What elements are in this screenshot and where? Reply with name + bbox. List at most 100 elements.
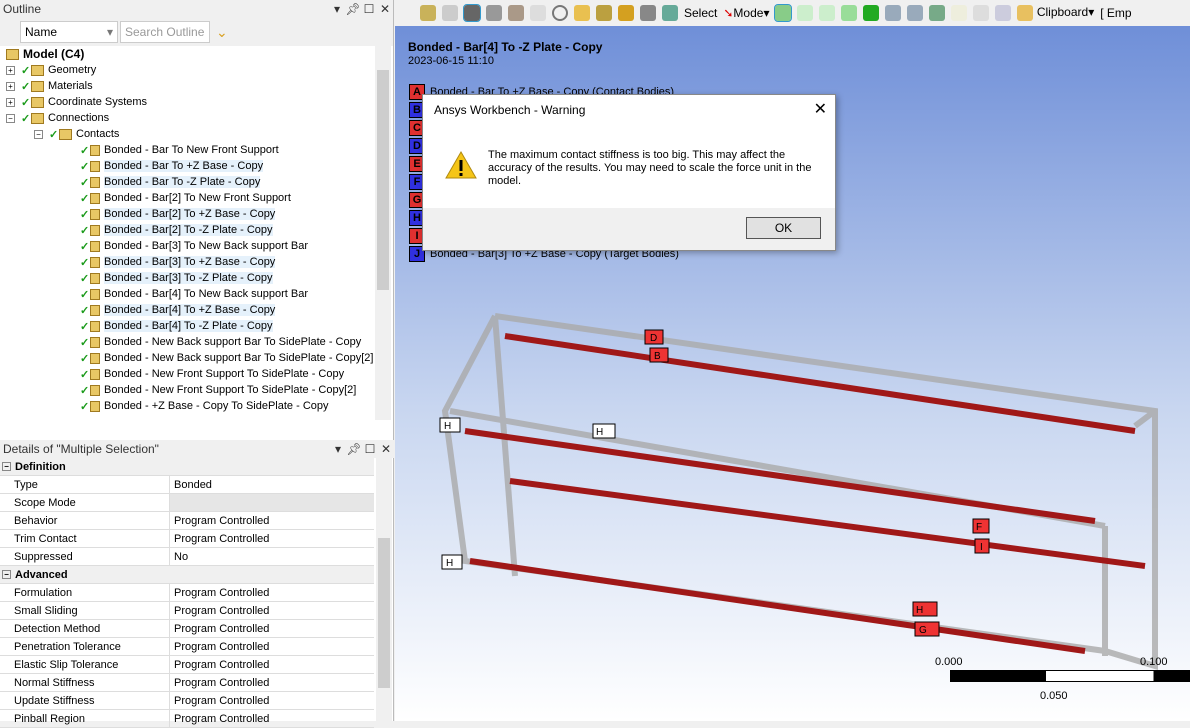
- dialog-close-button[interactable]: ✕: [814, 99, 827, 119]
- maximize-icon[interactable]: ☐: [362, 442, 378, 456]
- collapse-icon[interactable]: −: [34, 129, 43, 139]
- expand-icon[interactable]: +: [6, 81, 15, 91]
- search-input[interactable]: Search Outline: [120, 21, 210, 43]
- select-vertex-icon[interactable]: [797, 5, 814, 21]
- close-icon[interactable]: ✕: [377, 2, 393, 16]
- property-value[interactable]: Program Controlled: [170, 710, 374, 727]
- label-icon[interactable]: [973, 5, 990, 21]
- property-value[interactable]: Program Controlled: [170, 512, 374, 529]
- contact-item[interactable]: ✓ Bonded - Bar[4] To New Back support Bar: [0, 286, 374, 302]
- rotate-icon[interactable]: [552, 5, 568, 21]
- filter-select[interactable]: Name: [20, 21, 118, 43]
- expand-icon[interactable]: +: [6, 65, 15, 75]
- property-value[interactable]: Program Controlled: [170, 584, 374, 601]
- details-row[interactable]: Small Sliding Program Controlled: [0, 602, 374, 620]
- expand-icon[interactable]: −: [6, 113, 15, 123]
- mode-button[interactable]: ➘Mode▾: [723, 6, 769, 20]
- close-icon[interactable]: ✕: [378, 442, 394, 456]
- contact-item[interactable]: ✓ Bonded - Bar To +Z Base - Copy: [0, 158, 374, 174]
- tree-node[interactable]: + ✓ Materials: [0, 78, 374, 94]
- contact-item[interactable]: ✓ Bonded - Bar[2] To -Z Plate - Copy: [0, 222, 374, 238]
- details-row[interactable]: Normal Stiffness Program Controlled: [0, 674, 374, 692]
- dropdown-icon[interactable]: ▾: [330, 442, 346, 456]
- select-element-icon[interactable]: [929, 5, 946, 21]
- explode-icon[interactable]: [508, 5, 524, 21]
- property-value[interactable]: Program Controlled: [170, 530, 374, 547]
- pin-icon[interactable]: 📌︎: [345, 2, 361, 16]
- property-value[interactable]: Program Controlled: [170, 638, 374, 655]
- contact-item[interactable]: ✓ Bonded - +Z Base - Copy To SidePlate - …: [0, 398, 374, 414]
- dropdown-icon[interactable]: ▾: [329, 2, 345, 16]
- box-zoom-icon[interactable]: [618, 5, 634, 21]
- property-value[interactable]: Program Controlled: [170, 656, 374, 673]
- contact-item[interactable]: ✓ Bonded - Bar To New Front Support: [0, 142, 374, 158]
- property-value[interactable]: Bonded: [170, 476, 374, 493]
- ok-button[interactable]: OK: [746, 217, 821, 239]
- property-value[interactable]: Program Controlled: [170, 692, 374, 709]
- select-point-icon[interactable]: [774, 4, 793, 22]
- details-row[interactable]: Scope Mode: [0, 494, 374, 512]
- select-node-icon[interactable]: [885, 5, 902, 21]
- property-value[interactable]: Program Controlled: [170, 620, 374, 637]
- contact-item[interactable]: ✓ Bonded - Bar[4] To -Z Plate - Copy: [0, 318, 374, 334]
- expand-icon[interactable]: +: [6, 97, 15, 107]
- contact-item[interactable]: ✓ Bonded - Bar[3] To New Back support Bar: [0, 238, 374, 254]
- tree-node-contacts[interactable]: − ✓ Contacts: [0, 126, 374, 142]
- details-row[interactable]: Detection Method Program Controlled: [0, 620, 374, 638]
- details-row[interactable]: Elastic Slip Tolerance Program Controlled: [0, 656, 374, 674]
- details-row[interactable]: Suppressed No: [0, 548, 374, 566]
- select-face-icon[interactable]: [841, 5, 858, 21]
- contact-item[interactable]: ✓ Bonded - New Front Support To SidePlate…: [0, 366, 374, 382]
- clipboard-button[interactable]: Clipboard▾: [1017, 5, 1094, 21]
- details-row[interactable]: Behavior Program Controlled: [0, 512, 374, 530]
- contact-item[interactable]: ✓ Bonded - Bar[2] To New Front Support: [0, 190, 374, 206]
- empty-button[interactable]: [ Emp: [1100, 6, 1131, 20]
- contact-item[interactable]: ✓ Bonded - Bar To -Z Plate - Copy: [0, 174, 374, 190]
- outline-scrollbar[interactable]: [375, 46, 391, 420]
- zoom-forward-icon[interactable]: [442, 5, 458, 21]
- details-row[interactable]: Trim Contact Program Controlled: [0, 530, 374, 548]
- zoom-selection-icon[interactable]: [662, 5, 678, 21]
- select-body-icon[interactable]: [863, 5, 880, 21]
- annotation-icon[interactable]: [530, 5, 546, 21]
- zoom-back-icon[interactable]: [420, 5, 436, 21]
- contact-item[interactable]: ✓ Bonded - Bar[4] To +Z Base - Copy: [0, 302, 374, 318]
- contact-item[interactable]: ✓ Bonded - Bar[2] To +Z Base - Copy: [0, 206, 374, 222]
- tree-node[interactable]: − ✓ Connections: [0, 110, 374, 126]
- details-group[interactable]: − Definition: [0, 458, 374, 476]
- details-row[interactable]: Formulation Program Controlled: [0, 584, 374, 602]
- annotation-text-icon[interactable]: [995, 5, 1012, 21]
- select-element-face-icon[interactable]: [907, 5, 924, 21]
- select-edge-icon[interactable]: [819, 5, 836, 21]
- body-icon[interactable]: [486, 5, 502, 21]
- details-scrollbar[interactable]: [376, 458, 392, 721]
- collapse-icon[interactable]: −: [2, 462, 11, 471]
- pin-icon[interactable]: 📌︎: [346, 442, 362, 456]
- select-button[interactable]: Select: [684, 6, 717, 20]
- tree-node[interactable]: + ✓ Coordinate Systems: [0, 94, 374, 110]
- contact-item[interactable]: ✓ Bonded - New Back support Bar To SidePl…: [0, 350, 374, 366]
- property-value[interactable]: [170, 494, 374, 511]
- details-row[interactable]: Penetration Tolerance Program Controlled: [0, 638, 374, 656]
- contact-item[interactable]: ✓ Bonded - Bar[3] To +Z Base - Copy: [0, 254, 374, 270]
- filter-chevron-icon[interactable]: ⌄: [216, 24, 228, 41]
- contact-item[interactable]: ✓ Bonded - New Front Support To SidePlate…: [0, 382, 374, 398]
- zoom-icon[interactable]: [596, 5, 612, 21]
- tree-node[interactable]: + ✓ Geometry: [0, 62, 374, 78]
- maximize-icon[interactable]: ☐: [361, 2, 377, 16]
- pan-icon[interactable]: [574, 5, 590, 21]
- coordinates-icon[interactable]: [951, 5, 968, 21]
- property-value[interactable]: Program Controlled: [170, 602, 374, 619]
- zoom-fit-icon[interactable]: [640, 5, 656, 21]
- details-row[interactable]: Type Bonded: [0, 476, 374, 494]
- property-value[interactable]: No: [170, 548, 374, 565]
- contact-item[interactable]: ✓ Bonded - Bar[3] To -Z Plate - Copy: [0, 270, 374, 286]
- tree-root[interactable]: Model (C4): [0, 46, 374, 62]
- collapse-icon[interactable]: −: [2, 570, 11, 579]
- details-group[interactable]: − Advanced: [0, 566, 374, 584]
- property-value[interactable]: Program Controlled: [170, 674, 374, 691]
- details-row[interactable]: Pinball Region Program Controlled: [0, 710, 374, 728]
- details-row[interactable]: Update Stiffness Program Controlled: [0, 692, 374, 710]
- contact-item[interactable]: ✓ Bonded - New Back support Bar To SidePl…: [0, 334, 374, 350]
- body-select-icon[interactable]: [463, 4, 481, 22]
